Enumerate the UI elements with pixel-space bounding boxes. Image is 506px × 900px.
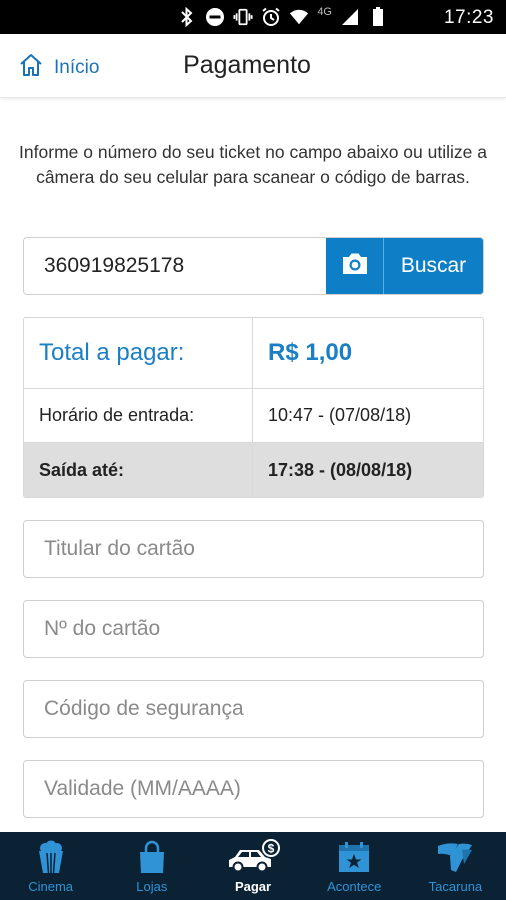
camera-icon	[340, 251, 370, 282]
entry-time-value: 10:47 - (07/08/18)	[268, 405, 412, 425]
nav-label-lojas: Lojas	[136, 879, 168, 894]
exit-deadline-label: Saída até:	[24, 443, 253, 497]
nav-label-pagar: Pagar	[234, 879, 272, 894]
page-title: Pagamento	[183, 51, 311, 79]
exit-deadline-value: 17:38 - (08/08/18)	[268, 459, 413, 480]
car-payment-icon: $	[225, 837, 281, 877]
app-header: Início Pagamento	[0, 34, 506, 98]
exit-deadline-row: Saída até: 17:38 - (08/08/18)	[24, 442, 483, 497]
signal-icon	[340, 7, 360, 27]
security-code-input[interactable]	[24, 681, 483, 737]
network-type: 4G	[317, 6, 332, 18]
ticket-search-bar: Buscar	[23, 237, 484, 295]
status-icons: 4G	[177, 6, 388, 28]
camera-scan-button[interactable]	[326, 238, 384, 294]
nav-label-cinema: Cinema	[28, 879, 73, 894]
battery-icon	[368, 7, 388, 27]
bluetooth-icon	[177, 7, 197, 27]
svg-text:$: $	[268, 842, 275, 856]
nav-label-tacaruna: Tacaruna	[428, 879, 483, 894]
nav-item-lojas[interactable]: Lojas	[101, 832, 202, 900]
card-number-input[interactable]	[24, 601, 483, 657]
status-bar: 4G 17:23	[0, 0, 506, 34]
security-code-field-wrapper	[23, 680, 484, 738]
payment-summary-table: Total a pagar: R$ 1,00 Horário de entrad…	[23, 317, 484, 498]
entry-time-label: Horário de entrada:	[24, 389, 253, 442]
tacaruna-logo-icon	[436, 837, 474, 877]
alarm-icon	[261, 7, 281, 27]
total-value: R$ 1,00	[268, 339, 353, 366]
instructions-text: Informe o número do seu ticket no campo …	[19, 142, 487, 187]
popcorn-icon	[36, 837, 66, 877]
cardholder-field-wrapper	[23, 520, 484, 578]
clock: 17:23	[443, 7, 494, 28]
nav-label-acontece: Acontece	[327, 879, 382, 894]
ticket-number-input[interactable]	[24, 238, 326, 294]
nav-item-tacaruna[interactable]: Tacaruna	[405, 832, 506, 900]
vibrate-icon	[233, 7, 253, 27]
bottom-navigation: Cinema Lojas $ Pagar Acontece Tacaruna	[0, 832, 506, 900]
card-number-field-wrapper	[23, 600, 484, 658]
entry-time-row: Horário de entrada: 10:47 - (07/08/18)	[24, 388, 483, 442]
nav-item-cinema[interactable]: Cinema	[0, 832, 101, 900]
shopping-bag-icon	[137, 837, 167, 877]
wifi-icon	[289, 7, 309, 27]
expiry-date-input[interactable]	[24, 761, 483, 817]
nav-item-pagar[interactable]: $ Pagar	[202, 832, 303, 900]
search-button[interactable]: Buscar	[384, 238, 483, 294]
nav-item-acontece[interactable]: Acontece	[304, 832, 405, 900]
total-row: Total a pagar: R$ 1,00	[24, 318, 483, 388]
total-label: Total a pagar:	[24, 318, 253, 388]
do-not-disturb-icon	[205, 7, 225, 27]
cardholder-input[interactable]	[24, 521, 483, 577]
calendar-star-icon	[337, 837, 371, 877]
expiry-field-wrapper	[23, 760, 484, 818]
